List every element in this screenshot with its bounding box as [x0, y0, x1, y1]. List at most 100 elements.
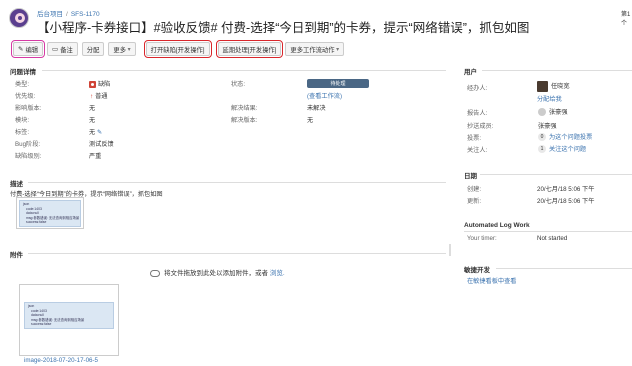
defer-label: 延期处理[开发操作] [222, 46, 277, 54]
attachments-divider [28, 253, 446, 254]
assign-to-me-link[interactable]: 分配给我 [537, 94, 562, 103]
type-label: 类型: [15, 81, 30, 88]
bug-stage-value: 测试反馈 [89, 141, 114, 148]
comment-label: 备注 [60, 46, 73, 54]
vote-link[interactable]: 为这个问题投票 [549, 134, 592, 141]
reporter-label: 报告人: [467, 110, 488, 117]
dates-heading: 日期 [464, 173, 477, 180]
status-badge: 待处理 [307, 79, 369, 88]
attachment-dropzone[interactable]: 将文件拖放到此处以添加附件，或者 浏览. [150, 267, 285, 277]
type-value: 缺陷 [89, 79, 110, 88]
more-button[interactable]: 更多 ▾ [108, 42, 136, 56]
reporter-value[interactable]: 张豪强 [538, 107, 568, 117]
cc-value: 张豪强 [538, 123, 557, 130]
details-heading: 问题详情 [10, 69, 36, 76]
drop-text: 将文件拖放到此处以添加附件，或者 [164, 270, 268, 277]
severity-value: 严重 [89, 153, 102, 160]
cc-label: 抄送成员: [467, 123, 494, 130]
edit-label: 编辑 [25, 46, 39, 54]
status-label: 状态: [231, 81, 246, 88]
reporter-name: 张豪强 [549, 109, 568, 116]
worklog-divider [464, 231, 632, 232]
chevron-down-icon: ▾ [334, 46, 340, 53]
created-label: 创建: [467, 186, 482, 193]
edit-button[interactable]: ✎ 编辑 [10, 40, 46, 58]
assignee-value[interactable]: 任晓宽 [537, 81, 570, 92]
priority-text: 普通 [95, 93, 108, 100]
workflow-more-label: 更多工作流动作 [290, 46, 335, 54]
resolution-label: 解决结果: [231, 105, 258, 112]
priority-label: 优先级: [15, 93, 36, 100]
affects-version-value: 无 [89, 105, 96, 112]
timer-label: Your timer: [467, 235, 497, 242]
votes-count-badge: 0 [538, 133, 546, 142]
start-defect-label: 打开缺陷[开发操作] [150, 46, 205, 54]
pencil-icon[interactable]: ✎ [97, 129, 102, 136]
module-label: 模块: [15, 117, 30, 124]
workflow-more-button[interactable]: 更多工作流动作 ▾ [285, 42, 345, 56]
description-heading: 描述 [10, 181, 23, 188]
start-defect-button[interactable]: 打开缺陷[开发操作] [143, 40, 212, 58]
people-heading: 用户 [464, 69, 477, 76]
arrow-up-icon: ↑ [90, 93, 94, 100]
priority-value: ↑ 普通 [90, 91, 107, 100]
timer-value: Not started [537, 235, 568, 242]
issue-title: 【小程序-卡券接口】#验收反馈# 付费-选择“今日到期”的卡券，提示“网络错误”… [37, 21, 530, 35]
json-code-box: json code:1403 data:null msg:参数错误: 无法查询到… [24, 302, 114, 329]
collapse-handle-icon[interactable] [448, 244, 452, 256]
created-value: 20/七月/18 5:06 下午 [537, 186, 595, 193]
upload-cloud-icon [150, 269, 160, 277]
assign-button[interactable]: 分配 [81, 42, 105, 56]
assignee-label: 经办人: [467, 85, 488, 92]
chevron-down-icon: ▾ [125, 46, 131, 53]
agile-heading: 敏捷开发 [464, 267, 490, 274]
updated-value: 20/七月/18 5:06 下午 [537, 198, 595, 205]
details-divider [42, 70, 446, 71]
view-workflow-link[interactable]: (查看工作流) [307, 91, 342, 100]
user-avatar [537, 81, 548, 92]
browse-link[interactable]: 浏览. [270, 270, 285, 277]
agile-divider [496, 268, 632, 269]
bug-icon [89, 80, 96, 88]
project-avatar[interactable] [9, 8, 29, 28]
resolution-value: 未解决 [307, 105, 326, 112]
type-text: 缺陷 [98, 81, 111, 88]
tags-label: 标签: [15, 129, 30, 136]
worklog-heading: Automated Log Work [464, 222, 530, 229]
comment-button[interactable]: ▭ 备注 [47, 42, 78, 56]
code-line: success:false [26, 220, 47, 225]
affects-version-label: 影响版本: [15, 105, 42, 112]
people-divider [482, 70, 632, 71]
watch-link[interactable]: 关注这个问题 [549, 146, 586, 153]
json-code-box: json code:1403 data:null msg:参数错误: 无法查询到… [19, 200, 81, 227]
assignee-name: 任晓宽 [551, 83, 570, 91]
pencil-icon: ✎ [18, 46, 24, 53]
fix-version-value: 无 [307, 117, 314, 124]
description-divider [28, 182, 446, 183]
code-line: success:false [31, 322, 52, 327]
attachment-thumbnail[interactable]: json code:1403 data:null msg:参数错误: 无法查询到… [19, 284, 119, 356]
updated-label: 更新: [467, 198, 482, 205]
attachment-filename[interactable]: image-2018-07-20-17-06-5 [24, 357, 98, 364]
user-avatar [538, 108, 546, 117]
watchers-count-badge: 1 [538, 145, 546, 154]
votes-value: 0 为这个问题投票 [538, 132, 592, 142]
votes-label: 投票: [467, 135, 482, 142]
pager-text: 第1个 [621, 12, 631, 27]
severity-label: 缺陷级别: [15, 153, 42, 160]
description-image[interactable]: json code:1403 data:null msg:参数错误: 无法查询到… [16, 197, 84, 229]
comment-icon: ▭ [52, 46, 59, 53]
watchers-value: 1 关注这个问题 [538, 144, 586, 154]
dates-divider [480, 174, 632, 175]
issue-toolbar: ✎ 编辑 ▭ 备注 分配 更多 ▾ 打开缺陷[开发操作] 延期处理[开发操作] 更多… [10, 40, 345, 58]
fix-version-label: 解决版本: [231, 117, 258, 124]
defer-button[interactable]: 延期处理[开发操作] [215, 40, 284, 58]
watchers-label: 关注人: [467, 147, 488, 154]
module-value: 无 [89, 117, 96, 124]
agile-board-link[interactable]: 在敏捷看板中查看 [467, 276, 517, 285]
tags-text: 无 [89, 129, 96, 136]
bug-stage-label: Bug阶段: [15, 141, 41, 148]
more-label: 更多 [113, 46, 126, 54]
tags-value[interactable]: 无 ✎ [89, 127, 102, 136]
attachments-heading: 附件 [10, 252, 23, 259]
